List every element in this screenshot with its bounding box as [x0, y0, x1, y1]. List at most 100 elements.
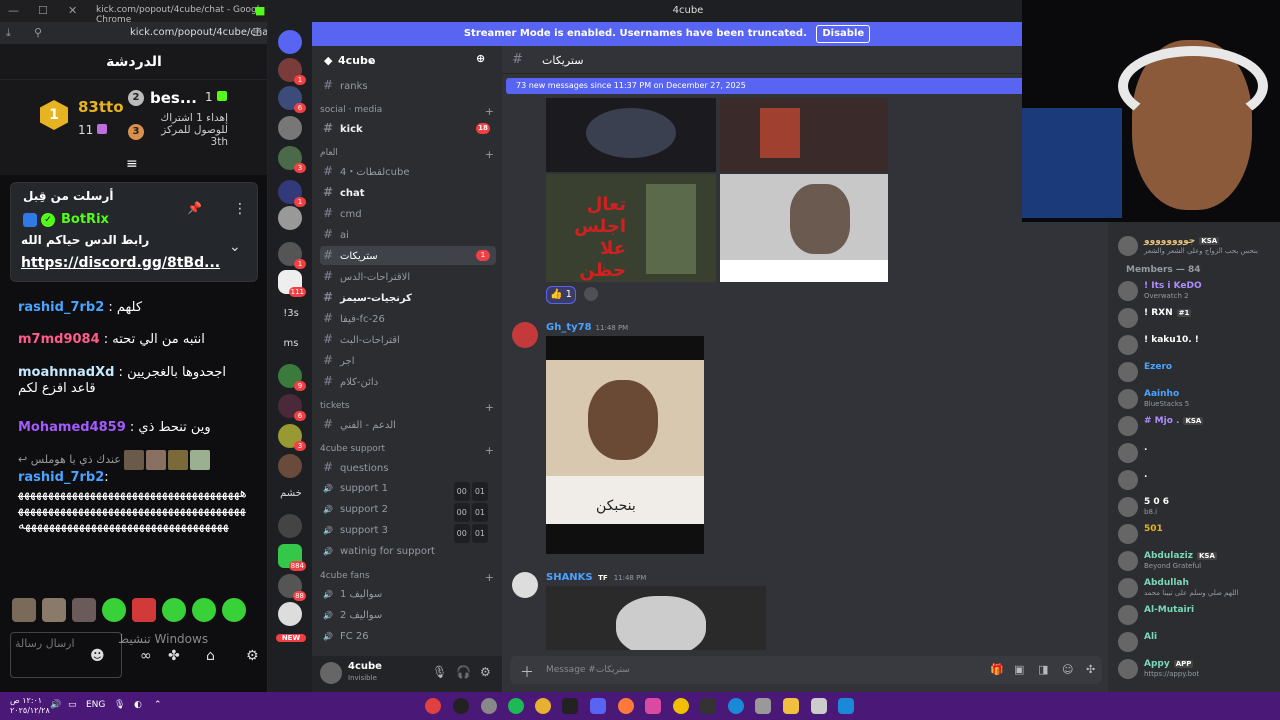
menu-icon[interactable]: ☰: [252, 26, 262, 39]
store-icon[interactable]: ⌂: [206, 648, 215, 664]
chat-input[interactable]: ارسال رسالة: [10, 632, 122, 678]
collapse-chevron-icon[interactable]: ≡: [126, 156, 138, 172]
member-item[interactable]: Abdulaziz KSA Beyond Grateful: [1114, 551, 1280, 571]
member-item[interactable]: 501: [1114, 524, 1280, 544]
channel-item[interactable]: # اجر: [320, 351, 496, 370]
member-item[interactable]: Appy APP https://appy.bot: [1114, 659, 1280, 679]
emote-icon[interactable]: [192, 598, 216, 622]
microphone-icon[interactable]: 🎙: [114, 700, 125, 710]
channel-item[interactable]: 🔊 watinig for support: [320, 542, 496, 561]
network-icon[interactable]: ◐: [134, 700, 142, 710]
battery-icon[interactable]: ▭: [68, 700, 77, 710]
emote-icon[interactable]: [132, 598, 156, 622]
apps-icon[interactable]: ✣: [1086, 663, 1095, 676]
member-item[interactable]: .: [1114, 470, 1280, 490]
channel-item[interactable]: # kick 18: [320, 119, 496, 138]
emote-icon[interactable]: [162, 598, 186, 622]
create-channel-icon[interactable]: +: [485, 444, 494, 457]
clock[interactable]: ١٢:٠١ ص ٢٠٢٥/١٢/٢٨: [10, 696, 50, 716]
edge-icon[interactable]: [728, 698, 744, 714]
channel-item[interactable]: # ranks: [320, 76, 496, 95]
server-label[interactable]: !3s: [276, 308, 306, 319]
member-item[interactable]: 5 0 6 b8.i: [1114, 497, 1280, 517]
message-image[interactable]: بنحبكن: [546, 336, 704, 554]
server-icon[interactable]: 88: [278, 574, 306, 601]
chat-username[interactable]: rashid_7rb2: [18, 470, 104, 485]
new-messages-bar[interactable]: 73 new messages since 11:37 PM on Decemb…: [506, 78, 1108, 94]
app-icon[interactable]: [700, 698, 716, 714]
message-image[interactable]: تعال اجلس علا حظن: [546, 174, 716, 282]
start-icon[interactable]: [838, 698, 854, 714]
avatar[interactable]: [320, 662, 342, 684]
server-icon[interactable]: 1: [278, 242, 306, 269]
server-icon[interactable]: 3: [278, 146, 306, 173]
address-bar[interactable]: ⤓ ⚲ kick.com/popout/4cube/chat ☰: [0, 22, 267, 44]
chat-username[interactable]: Mohamed4859: [18, 420, 126, 435]
emoji-icon[interactable]: ☺: [1062, 663, 1073, 676]
server-icon[interactable]: 3: [278, 424, 306, 451]
gif-icon[interactable]: ▣: [1014, 663, 1024, 676]
server-icon[interactable]: [278, 206, 302, 230]
server-icon[interactable]: [278, 514, 302, 538]
message-image[interactable]: [546, 98, 716, 172]
member-item[interactable]: ! RXN #1: [1114, 308, 1280, 328]
app-icon[interactable]: [811, 698, 827, 714]
channel-category[interactable]: 4cube fans: [320, 571, 370, 581]
channel-item[interactable]: # الدعم - الفني: [320, 415, 496, 434]
member-item[interactable]: Ali: [1114, 632, 1280, 652]
member-item[interactable]: Abdullah اللهم صلي وسلم على نبينا محمد: [1114, 578, 1280, 598]
member-item[interactable]: ! Its i KeDO Overwatch 2: [1114, 281, 1280, 301]
channel-item[interactable]: # cmd: [320, 204, 496, 223]
emote-icon[interactable]: [102, 598, 126, 622]
infinity-icon[interactable]: ∞: [140, 648, 152, 664]
app-icon[interactable]: [755, 698, 771, 714]
reaction-thumbs-up[interactable]: 👍 1: [546, 286, 576, 304]
emoji-icon[interactable]: ☻: [90, 648, 105, 664]
server-icon[interactable]: [278, 602, 302, 626]
settings-icon[interactable]: ⚙: [246, 648, 259, 664]
add-reaction-icon[interactable]: [584, 287, 598, 301]
message-composer[interactable]: ＋ Message #ستريكات 🎁 ▣ ◨ ☺ ✣: [510, 656, 1102, 684]
channel-item[interactable]: # ai: [320, 225, 496, 244]
channel-item[interactable]: 🔊 support 1 00 01: [320, 479, 496, 501]
channel-category[interactable]: tickets: [320, 401, 350, 411]
emote-icon[interactable]: [222, 598, 246, 622]
volume-icon[interactable]: 🔊: [50, 700, 61, 710]
app-icon[interactable]: [673, 698, 689, 714]
discord-home-icon[interactable]: [278, 30, 302, 54]
app-icon[interactable]: [481, 698, 497, 714]
member-item[interactable]: Aainho BlueStacks 5: [1114, 389, 1280, 409]
headphones-icon[interactable]: 🎧: [456, 665, 471, 679]
maximize-icon[interactable]: ☐: [38, 4, 48, 17]
channel-item[interactable]: # دائن-كلام: [320, 372, 496, 391]
create-channel-icon[interactable]: +: [485, 105, 494, 118]
create-channel-icon[interactable]: +: [485, 401, 494, 414]
chat-username[interactable]: moahnnadXd: [18, 365, 114, 380]
chrome-icon[interactable]: [535, 698, 551, 714]
member-item[interactable]: جوووووووو KSA بنحس بحب الزواج وعلى الشعر و…: [1114, 236, 1280, 256]
channel-item[interactable]: # كرنجيات-سيمز: [320, 288, 496, 307]
member-item[interactable]: Ezero: [1114, 362, 1280, 382]
discord-icon[interactable]: [590, 698, 606, 714]
channel-category[interactable]: social · media: [320, 105, 382, 115]
expand-chevron-icon[interactable]: ⌄: [229, 239, 241, 255]
channel-item[interactable]: # اقتراحات-البث: [320, 330, 496, 349]
member-item[interactable]: # Mjo . KSA: [1114, 416, 1280, 436]
avatar[interactable]: [512, 572, 538, 598]
channel-item[interactable]: 🔊 FC 26: [320, 627, 496, 646]
channel-item[interactable]: # فيفا-fc-26: [320, 309, 496, 328]
emote-icon[interactable]: [72, 598, 96, 622]
channel-item[interactable]: 🔊 سواليف 1: [320, 585, 496, 604]
close-icon[interactable]: ✕: [68, 4, 77, 17]
message-author[interactable]: SHANKS TF 11:48 PM: [546, 572, 646, 583]
gift-icon[interactable]: ✤: [168, 648, 180, 664]
settings-icon[interactable]: ⚙: [480, 665, 491, 679]
invite-icon[interactable]: ⊕: [476, 52, 485, 65]
spotify-icon[interactable]: [508, 698, 524, 714]
server-icon[interactable]: 6: [278, 394, 306, 421]
site-info-icon[interactable]: ⚲: [34, 26, 42, 39]
channel-item[interactable]: # questions: [320, 458, 496, 477]
instagram-icon[interactable]: [645, 698, 661, 714]
chat-username[interactable]: m7md9084: [18, 332, 100, 347]
server-icon[interactable]: 9: [278, 364, 306, 391]
